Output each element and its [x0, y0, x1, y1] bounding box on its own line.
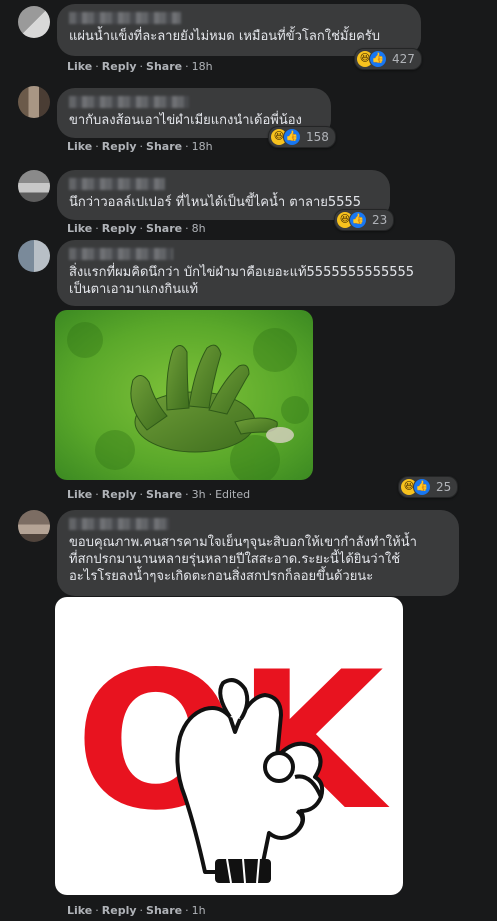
avatar[interactable]	[18, 510, 50, 542]
reply-link[interactable]: Reply	[102, 904, 137, 917]
timestamp[interactable]: 3h	[192, 488, 206, 501]
share-link[interactable]: Share	[146, 222, 182, 235]
avatar[interactable]	[18, 240, 50, 272]
comment-bubble: ขอบคุณภาพ.คนสารคามใจเย็นๆจุนะสิบอกให้เขา…	[57, 510, 459, 596]
comment-text: แผ่นน้ำแข็งที่ละลายยังไม่หมด เหมือนที่ขั…	[69, 29, 381, 44]
timestamp[interactable]: 18h	[192, 140, 213, 153]
thumbs-up-icon: 👍	[413, 478, 431, 496]
thumbs-up-icon: 👍	[349, 211, 367, 229]
timestamp[interactable]: 18h	[192, 60, 213, 73]
photo-illustration	[55, 310, 313, 480]
share-link[interactable]: Share	[146, 140, 182, 153]
share-link[interactable]: Share	[146, 488, 182, 501]
comment-actions: Like · Reply · Share · 1h	[67, 904, 206, 917]
reaction-count: 25	[436, 480, 452, 494]
reaction-summary[interactable]: 😆 👍 23	[334, 209, 395, 231]
reaction-count: 427	[392, 52, 415, 66]
like-link[interactable]: Like	[67, 60, 92, 73]
edited-label[interactable]: Edited	[215, 488, 250, 501]
comment-actions: Like · Reply · Share · 18h	[67, 60, 213, 73]
ok-hand-illustration: OK	[75, 631, 390, 884]
like-link[interactable]: Like	[67, 222, 92, 235]
like-link[interactable]: Like	[67, 488, 92, 501]
commenter-name[interactable]	[69, 248, 173, 260]
like-link[interactable]: Like	[67, 140, 92, 153]
share-link[interactable]: Share	[146, 60, 182, 73]
reaction-summary[interactable]: 😆 👍 25	[398, 476, 459, 498]
thumbs-up-icon: 👍	[283, 128, 301, 146]
comment-text: ขอบคุณภาพ.คนสารคามใจเย็นๆจุนะสิบอกให้เขา…	[69, 535, 417, 584]
comment-text: สิ่งแรกที่ผมคิดนึกว่า บักไข่ผำมาคือเยอะแ…	[69, 265, 415, 297]
comment-photo-green-hand[interactable]	[55, 310, 313, 480]
comment-actions: Like · Reply · Share · 3h · Edited	[67, 488, 251, 501]
reply-link[interactable]: Reply	[102, 140, 137, 153]
reaction-count: 23	[372, 213, 388, 227]
comment-text: นึกว่าวอลล์เปเปอร์ ที่ไหนได้เป็นขี้ไคน้ำ…	[69, 195, 361, 210]
comment-bubble: สิ่งแรกที่ผมคิดนึกว่า บักไข่ผำมาคือเยอะแ…	[57, 240, 455, 306]
like-link[interactable]: Like	[67, 904, 92, 917]
commenter-name[interactable]	[69, 518, 169, 530]
comment-actions: Like · Reply · Share · 8h	[67, 222, 206, 235]
reply-link[interactable]: Reply	[102, 488, 137, 501]
reaction-count: 158	[306, 130, 329, 144]
avatar[interactable]	[18, 170, 50, 202]
reaction-summary[interactable]: 😆 👍 158	[268, 126, 336, 148]
comment-actions: Like · Reply · Share · 18h	[67, 140, 213, 153]
commenter-name[interactable]	[69, 12, 181, 24]
thumbs-up-icon: 👍	[369, 50, 387, 68]
avatar[interactable]	[18, 86, 50, 118]
timestamp[interactable]: 1h	[192, 904, 206, 917]
reaction-summary[interactable]: 😆 👍 427	[354, 48, 422, 70]
share-link[interactable]: Share	[146, 904, 182, 917]
commenter-name[interactable]	[69, 178, 165, 190]
ok-sticker-image[interactable]: OK	[55, 597, 403, 895]
commenter-name[interactable]	[69, 96, 189, 108]
reply-link[interactable]: Reply	[102, 222, 137, 235]
reply-link[interactable]: Reply	[102, 60, 137, 73]
timestamp[interactable]: 8h	[192, 222, 206, 235]
avatar[interactable]	[18, 6, 50, 38]
